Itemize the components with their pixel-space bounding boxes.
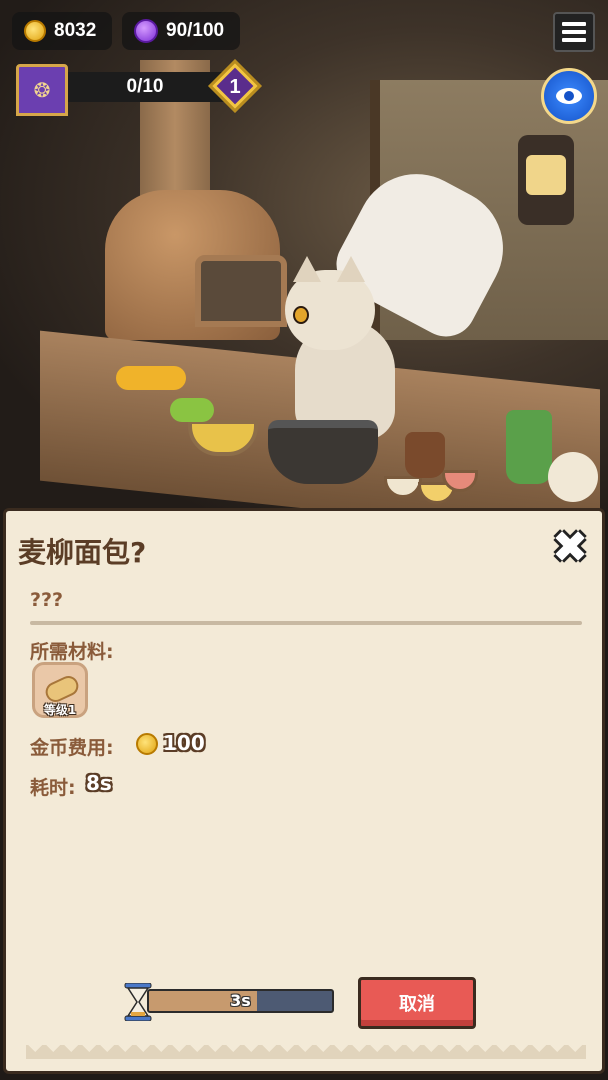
flower-vase	[548, 452, 598, 502]
timer-text: 3s	[230, 991, 251, 1010]
stove-window	[195, 255, 287, 327]
cooking-pot	[268, 420, 378, 484]
progress-text: 0/10	[126, 76, 164, 97]
energy-amount: 90/100	[166, 20, 225, 41]
lantern	[518, 135, 574, 225]
coin-counter[interactable]: 8032	[12, 12, 112, 50]
decorative-border	[26, 1045, 586, 1059]
cooking-timer-bar: 3s	[147, 989, 334, 1013]
materials-label: 所需材料:	[30, 641, 114, 663]
jar	[405, 432, 445, 478]
cost-label: 金币费用:	[30, 737, 114, 759]
chef-cat[interactable]	[285, 256, 405, 440]
recipe-title: 麦柳面包?	[18, 536, 147, 569]
eye-icon[interactable]	[541, 68, 597, 124]
energy-counter[interactable]: 90/100	[122, 12, 240, 50]
purple-gem-icon	[134, 19, 158, 43]
fruit-tray	[116, 366, 186, 390]
material-level: 等级1	[43, 703, 77, 717]
recipe-panel: 麦柳面包? ✖ ??? 所需材料: 等级1 金币费用: 100 耗时: 8s 3…	[3, 508, 605, 1074]
coin-amount: 8032	[54, 20, 97, 41]
green-bowl	[170, 398, 214, 422]
coin-icon	[136, 733, 158, 755]
recipe-description: ???	[30, 589, 64, 611]
close-x-icon[interactable]: ✖	[546, 522, 594, 573]
hamburger-menu-icon[interactable]	[553, 12, 595, 52]
guild-banner-icon[interactable]: ❂	[16, 64, 68, 116]
cancel-button[interactable]: 取消	[358, 977, 476, 1029]
collection-progress: 0/10	[60, 72, 230, 102]
coin-icon	[24, 20, 46, 42]
cost-value: 100	[163, 731, 205, 755]
time-label: 耗时:	[30, 777, 76, 799]
divider	[30, 621, 582, 625]
green-bottle	[506, 410, 552, 484]
level-number: 1	[229, 76, 241, 98]
time-value: 8s	[86, 771, 112, 795]
